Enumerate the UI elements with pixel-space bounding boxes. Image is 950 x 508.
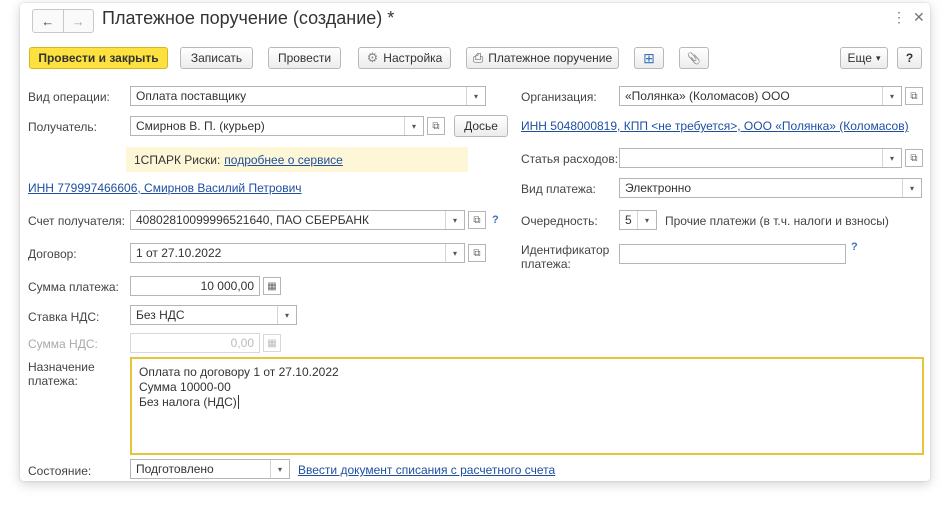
- help-button[interactable]: ?: [897, 47, 922, 69]
- state-label: Состояние:: [28, 464, 92, 478]
- open-org-icon[interactable]: ⧉: [905, 87, 923, 105]
- attach-button[interactable]: 📎: [679, 47, 709, 69]
- vat-sum-value: 0,00: [230, 336, 254, 350]
- sum-label: Сумма платежа:: [28, 280, 119, 294]
- page-title: Платежное поручение (создание) *: [102, 8, 395, 28]
- purpose-line: Без налога (НДС): [139, 395, 239, 409]
- op-type-select[interactable]: Оплата поставщику ▾: [130, 86, 486, 106]
- expense-select[interactable]: ▾: [619, 148, 902, 168]
- print-label: Платежное поручение: [488, 51, 613, 65]
- recipient-input[interactable]: Смирнов В. П. (курьер) ▾: [130, 116, 424, 136]
- org-value: «Полянка» (Коломасов) ООО: [625, 89, 790, 103]
- structure-button[interactable]: ⊞: [634, 47, 664, 69]
- payment-id-input[interactable]: [619, 244, 846, 264]
- org-inn-link[interactable]: ИНН 5048000819, КПП <не требуется>, ООО …: [521, 119, 909, 133]
- priority-value: 5: [625, 213, 632, 227]
- sum-input[interactable]: 10 000,00: [130, 276, 260, 296]
- more-label: Еще: [847, 51, 872, 65]
- dropdown-icon[interactable]: ▾: [882, 87, 901, 105]
- vat-sum-label: Сумма НДС:: [28, 337, 98, 351]
- dropdown-icon[interactable]: ▾: [270, 460, 289, 478]
- vat-rate-value: Без НДС: [136, 308, 185, 322]
- contract-input[interactable]: 1 от 27.10.2022 ▾: [130, 243, 465, 263]
- recipient-value: Смирнов В. П. (курьер): [136, 119, 265, 133]
- payment-id-label-line2: платежа:: [521, 257, 571, 271]
- print-payment-order-button[interactable]: ⎙ Платежное поручение: [466, 47, 619, 69]
- question-icon[interactable]: ?: [851, 241, 858, 253]
- account-label: Счет получателя:: [28, 214, 125, 228]
- forward-arrow-icon[interactable]: →: [62, 10, 94, 32]
- settings-button[interactable]: ⚙ Настройка: [358, 47, 451, 69]
- dropdown-icon[interactable]: ▾: [445, 211, 464, 229]
- org-select[interactable]: «Полянка» (Коломасов) ООО ▾: [619, 86, 902, 106]
- op-type-label: Вид операции:: [28, 90, 110, 104]
- calculator-icon: ▦: [263, 334, 281, 352]
- op-type-value: Оплата поставщику: [136, 89, 247, 103]
- spark-label: 1СПАРК Риски:: [134, 152, 221, 167]
- priority-label: Очередность:: [521, 214, 598, 228]
- open-expense-icon[interactable]: ⧉: [905, 149, 923, 167]
- payment-type-label: Вид платежа:: [521, 182, 596, 196]
- purpose-line: Сумма 10000-00: [139, 380, 231, 394]
- vat-sum-input: 0,00: [130, 333, 260, 353]
- dropdown-icon[interactable]: ▾: [404, 117, 423, 135]
- calculator-icon[interactable]: ▦: [263, 277, 281, 295]
- payment-id-label-line1: Идентификатор: [521, 243, 610, 257]
- open-recipient-icon[interactable]: ⧉: [427, 117, 445, 135]
- dropdown-icon[interactable]: ▾: [277, 306, 296, 324]
- post-and-close-button[interactable]: Провести и закрыть: [29, 47, 168, 69]
- dropdown-icon[interactable]: ▾: [882, 149, 901, 167]
- structure-icon: ⊞: [643, 49, 655, 66]
- dropdown-icon[interactable]: ▾: [902, 179, 921, 197]
- payment-type-value: Электронно: [625, 181, 692, 195]
- contract-value: 1 от 27.10.2022: [136, 246, 222, 260]
- back-arrow-icon[interactable]: ←: [33, 10, 63, 32]
- document-window: ← → Платежное поручение (создание) * ⋮ ✕…: [20, 3, 930, 481]
- dossier-button[interactable]: Досье: [454, 115, 508, 137]
- dropdown-icon[interactable]: ▾: [637, 211, 656, 229]
- state-select[interactable]: Подготовлено ▾: [130, 459, 290, 479]
- expense-label: Статья расходов:: [521, 152, 619, 166]
- recipient-inn-link[interactable]: ИНН 779997466606, Смирнов Василий Петров…: [28, 181, 302, 195]
- payment-type-select[interactable]: Электронно ▾: [619, 178, 922, 198]
- vat-rate-label: Ставка НДС:: [28, 310, 100, 324]
- org-label: Организация:: [521, 90, 597, 104]
- nav-buttons: ← →: [32, 9, 94, 33]
- dropdown-icon[interactable]: ▾: [466, 87, 485, 105]
- purpose-label-line2: платежа:: [28, 374, 78, 388]
- purpose-label-line1: Назначение: [28, 360, 95, 374]
- chevron-down-icon: ▾: [875, 52, 881, 63]
- vat-rate-select[interactable]: Без НДС ▾: [130, 305, 297, 325]
- priority-select[interactable]: 5 ▾: [619, 210, 657, 230]
- contract-label: Договор:: [28, 247, 77, 261]
- settings-label: Настройка: [383, 51, 443, 65]
- spark-risks-banner: 1СПАРК Риски: подробнее о сервисе: [126, 147, 468, 172]
- account-input[interactable]: 40802810099996521640, ПАО СБЕРБАНК ▾: [130, 210, 465, 230]
- recipient-label: Получатель:: [28, 120, 97, 134]
- paperclip-icon: 📎: [687, 52, 701, 65]
- open-account-icon[interactable]: ⧉: [468, 211, 486, 229]
- purpose-line: Оплата по договору 1 от 27.10.2022: [139, 365, 339, 379]
- gear-icon: ⚙: [366, 50, 379, 65]
- dropdown-icon[interactable]: ▾: [445, 244, 464, 262]
- save-button[interactable]: Записать: [180, 47, 253, 69]
- more-vertical-icon[interactable]: ⋮: [892, 9, 906, 26]
- create-writeoff-link[interactable]: Ввести документ списания с расчетного сч…: [298, 463, 555, 477]
- post-button[interactable]: Провести: [268, 47, 341, 69]
- close-icon[interactable]: ✕: [913, 9, 925, 26]
- open-contract-icon[interactable]: ⧉: [468, 244, 486, 262]
- state-value: Подготовлено: [136, 462, 214, 476]
- question-icon[interactable]: ?: [492, 214, 499, 226]
- spark-link[interactable]: подробнее о сервисе: [224, 153, 343, 167]
- printer-icon: ⎙: [472, 50, 484, 65]
- priority-description: Прочие платежи (в т.ч. налоги и взносы): [665, 214, 889, 228]
- more-button[interactable]: Еще ▾: [840, 47, 888, 69]
- account-value: 40802810099996521640, ПАО СБЕРБАНК: [136, 213, 369, 227]
- purpose-textarea[interactable]: Оплата по договору 1 от 27.10.2022 Сумма…: [130, 357, 924, 455]
- sum-value: 10 000,00: [200, 279, 254, 293]
